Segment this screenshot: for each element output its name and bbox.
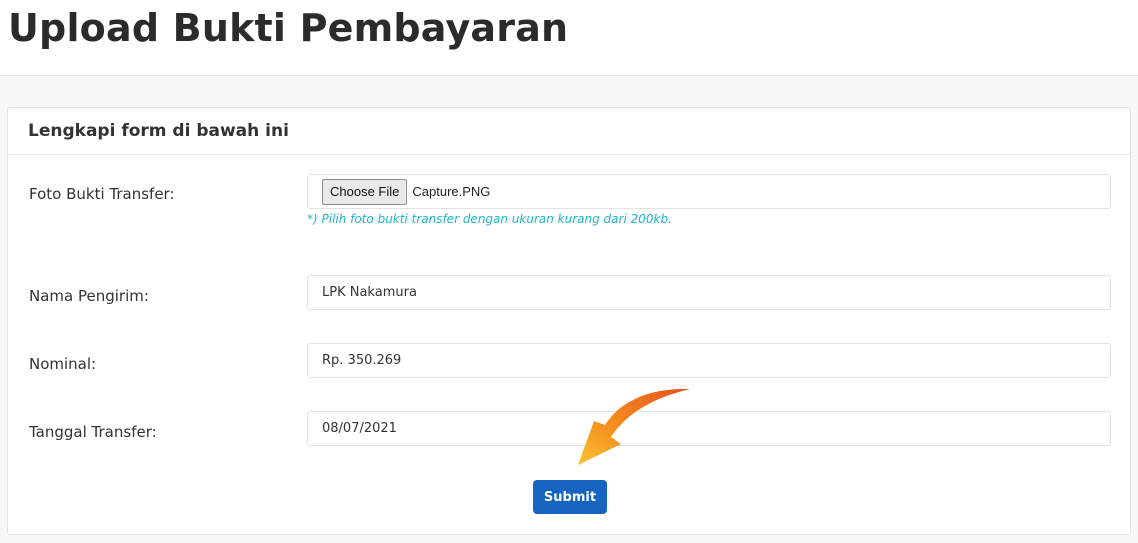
file-hint: *) Pilih foto bukti transfer dengan ukur…: [307, 212, 672, 226]
card-header: Lengkapi form di bawah ini: [8, 108, 1130, 155]
page-header: Upload Bukti Pembayaran: [0, 0, 1138, 76]
file-name: Capture.PNG: [412, 184, 491, 199]
curved-arrow-icon: [578, 388, 690, 465]
nominal-input[interactable]: Rp. 350.269: [307, 343, 1111, 378]
nama-label: Nama Pengirim:: [29, 287, 149, 305]
submit-button[interactable]: Submit: [533, 480, 607, 514]
card-title: Lengkapi form di bawah ini: [28, 121, 289, 141]
page-title: Upload Bukti Pembayaran: [8, 6, 569, 50]
choose-file-button[interactable]: Choose File: [322, 178, 408, 205]
tanggal-label: Tanggal Transfer:: [29, 423, 157, 441]
tanggal-input[interactable]: 08/07/2021: [307, 411, 1111, 446]
nama-input[interactable]: LPK Nakamura: [307, 275, 1111, 310]
file-input[interactable]: Choose File Capture.PNG: [307, 174, 1111, 209]
nominal-label: Nominal:: [29, 355, 97, 373]
foto-label: Foto Bukti Transfer:: [29, 185, 175, 203]
